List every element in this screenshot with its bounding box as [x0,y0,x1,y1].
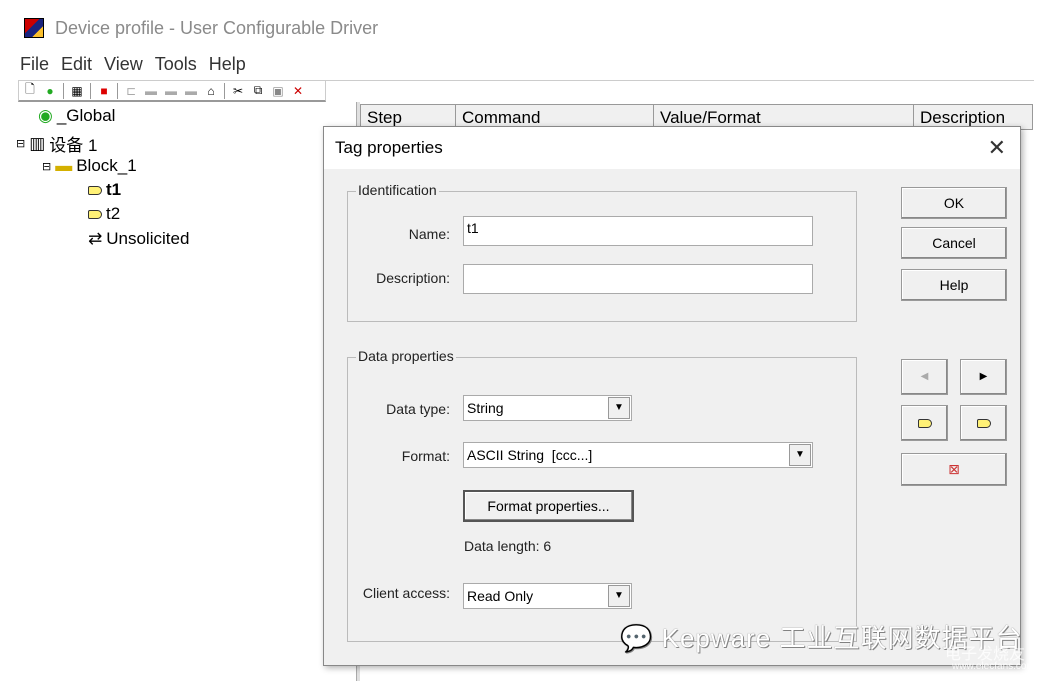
tree-icon[interactable]: ⊏ [124,84,138,98]
watermark-url: www.elecfans.com [952,661,1035,672]
tree-item-device[interactable]: ⊟ ▥ 设备 1 [16,131,97,156]
tree-item-block[interactable]: ⊟ ▬ Block_1 [42,156,137,176]
ok-button[interactable]: OK [901,187,1007,219]
menu-edit[interactable]: Edit [61,54,92,75]
device-icon: ▥ [29,133,46,153]
dialog-title: Tag properties [324,127,1020,169]
tree-item-tag[interactable]: t2 [88,204,120,224]
folder-icon[interactable]: ▬ [184,84,198,98]
group-label: Identification [356,182,439,198]
client-access-select[interactable]: Read Only ▼ [463,583,632,609]
new-tag-button[interactable] [901,405,948,441]
tag-icon [88,209,102,219]
separator [117,82,118,99]
menu-view[interactable]: View [104,54,143,75]
cut-icon[interactable]: ✂ [231,84,245,98]
tag-icon [88,185,102,195]
data-length-value: 6 [543,538,552,554]
app-icon [24,18,44,38]
folder-icon[interactable]: ▬ [144,84,158,98]
delete-icon[interactable]: ✕ [291,84,305,98]
folder-icon[interactable]: ▬ [164,84,178,98]
left-arrow-icon: ◀ [920,371,929,382]
data-type-select[interactable]: String ▼ [463,395,632,421]
tree-item-unsolicited[interactable]: ⇄ Unsolicited [88,229,189,249]
description-input[interactable] [463,264,813,294]
divider [326,80,1034,81]
right-arrow-icon: ▶ [979,371,988,382]
tree-item-tag[interactable]: t1 [88,180,121,200]
menu-bar: File Edit View Tools Help [20,54,246,75]
exchange-icon: ⇄ [88,229,103,248]
next-tag-button[interactable]: ▶ [960,359,1007,395]
device-icon[interactable]: ▦ [70,84,84,98]
name-label: Name: [408,226,450,242]
data-type-label: Data type: [386,401,450,417]
chevron-down-icon[interactable]: ▼ [608,397,630,419]
format-select[interactable]: ASCII String [ccc...] ▼ [463,442,813,468]
globe-icon: ◉ [38,106,53,125]
separator [90,82,91,99]
separator [63,82,64,99]
window-title: Device profile - User Configurable Drive… [55,18,379,38]
tag-properties-dialog: Tag properties ✕ Identification Name: t1… [323,126,1021,666]
format-properties-button[interactable]: Format properties... [463,490,634,522]
chevron-down-icon[interactable]: ▼ [608,585,630,607]
globe-icon[interactable]: ● [43,84,57,98]
data-length: Data length: 6 [464,538,552,554]
new-tag-icon [917,419,932,428]
collapse-icon[interactable]: ⊟ [16,137,25,150]
menu-tools[interactable]: Tools [155,54,197,75]
cancel-button[interactable]: Cancel [901,227,1007,259]
name-input[interactable]: t1 [463,216,813,246]
format-label: Format: [401,448,450,464]
client-access-label: Client access: [362,585,450,601]
chevron-down-icon[interactable]: ▼ [789,444,811,466]
delete-tag-icon: ⊠ [948,461,960,477]
tree-item-global[interactable]: ◉ _Global [38,106,115,126]
collapse-icon[interactable]: ⊟ [42,160,51,173]
group-label: Data properties [356,348,456,364]
duplicate-tag-button[interactable] [960,405,1007,441]
help-button[interactable]: Help [901,269,1007,301]
delete-tag-button[interactable]: ⊠ [901,453,1007,486]
settings-icon[interactable]: ⌂ [204,84,218,98]
identification-group: Identification [347,182,857,322]
close-icon[interactable]: ✕ [988,135,1006,161]
previous-tag-button[interactable]: ◀ [901,359,948,395]
tree-view: ◉ _Global ⊟ ▥ 设备 1 ⊟ ▬ Block_1 t1 t2 ⇄ Unsolic… [16,106,356,256]
paste-icon[interactable]: ▣ [271,84,285,98]
copy-icon[interactable]: ⧉ [251,83,265,98]
description-label: Description: [376,270,450,286]
tag-icon [976,419,991,428]
separator [224,82,225,99]
toolbar: 🗋 ● ▦ ■ ⊏ ▬ ▬ ▬ ⌂ ✂ ⧉ ▣ ✕ [18,80,326,102]
new-icon[interactable]: 🗋 [23,82,37,98]
folder-icon: ▬ [55,156,73,175]
menu-help[interactable]: Help [209,54,246,75]
menu-file[interactable]: File [20,54,49,75]
properties-icon[interactable]: ■ [97,84,111,98]
